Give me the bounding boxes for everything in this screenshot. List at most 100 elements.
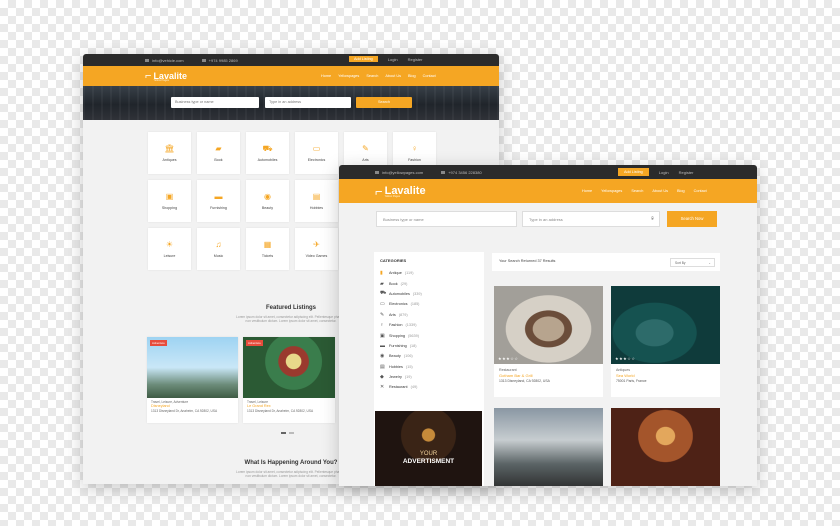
sidebar-item-fashion[interactable]: ♀ Fashion (1339) — [380, 320, 478, 330]
listing-card[interactable]: ★★★☆☆ Restaurant Gotham Bar & Grill 1313… — [494, 286, 603, 397]
menu-contact[interactable]: Contact — [423, 74, 436, 78]
logo-icon: ⌐ — [145, 70, 152, 82]
back-topbar: info@vehicle.com +974 9985 2869 Add List… — [83, 54, 499, 66]
category-beauty[interactable]: ◉ Beauty — [246, 180, 289, 222]
sidebar-item-antique[interactable]: ▮ Antique (119) — [380, 268, 478, 278]
menu-yellowpages[interactable]: Yellowpages — [601, 189, 622, 193]
address-search-input[interactable]: Type in an address ⌾ — [522, 211, 660, 227]
listing-card[interactable] — [494, 408, 603, 486]
listing-card[interactable]: ★★★☆☆ Antiques Sea World 75001 Paris, Fr… — [611, 286, 720, 397]
menu-about[interactable]: About Us — [652, 189, 668, 193]
menu-search[interactable]: Search — [366, 74, 378, 78]
sidebar-item-arts[interactable]: ✎ Arts (879) — [380, 310, 478, 320]
book-icon: ▰ — [215, 143, 222, 153]
brand-logo[interactable]: ⌐ Lavalite Yellow Pages — [145, 70, 187, 82]
category-automobiles[interactable]: ⛟ Automobiles — [246, 132, 289, 174]
listing-photo — [611, 408, 720, 486]
category-label: Electronics — [307, 157, 326, 162]
laptop-icon: ▭ — [312, 143, 321, 153]
add-listing-button[interactable]: Add Listing — [618, 168, 649, 176]
category-leisure[interactable]: ☀ Leisure — [148, 228, 191, 270]
eye-icon: ◉ — [264, 191, 271, 201]
dress-icon: ♀ — [411, 143, 418, 153]
sidebar-item-shopping[interactable]: ▣ Shopping (5639) — [380, 330, 478, 340]
category-electronics[interactable]: ▭ Electronics — [295, 132, 338, 174]
category-label: Book — [214, 157, 223, 162]
category-video-games[interactable]: ✈ Video Games — [295, 228, 338, 270]
sidebar-item-count: (339) — [412, 291, 422, 296]
category-music[interactable]: ♫ Music — [197, 228, 240, 270]
sidebar-item-automobiles[interactable]: ⛟ Automobiles (339) — [380, 289, 478, 299]
menu-blog[interactable]: Blog — [677, 189, 685, 193]
menu-about[interactable]: About Us — [385, 74, 401, 78]
featured-card[interactable]: Adventure Travel, Leisure, Adventure Dis… — [147, 337, 238, 423]
login-link[interactable]: Login — [388, 57, 398, 62]
sidebar-title: CATEGORIES — [380, 258, 407, 263]
register-link[interactable]: Register — [408, 57, 423, 62]
car-icon: ⛟ — [380, 290, 387, 297]
main-menu: Home Yellowpages Search About Us Blog Co… — [321, 74, 436, 78]
category-label: Automobiles — [257, 157, 278, 162]
bed-icon: ▬ — [380, 342, 385, 349]
sidebar-item-book[interactable]: ▰ Book (29) — [380, 278, 478, 288]
sidebar-item-label: Fashion — [389, 323, 403, 328]
advertisement-card[interactable]: YOUR ADVERTISMENT — [375, 411, 482, 486]
bag-icon: ▣ — [165, 191, 174, 201]
brand-logo[interactable]: ⌐ Lavalite Yellow Pages — [375, 184, 426, 199]
sidebar-item-count: (49) — [410, 385, 418, 390]
category-furnishing[interactable]: ▬ Furnishing — [197, 180, 240, 222]
hero-search-button[interactable]: Search — [356, 97, 412, 108]
business-search-input[interactable]: Business type or name — [171, 97, 259, 108]
sidebar-item-hobbies[interactable]: ▤ Hobbies (15) — [380, 362, 478, 372]
listing-photo: Adventure — [147, 337, 238, 398]
menu-search[interactable]: Search — [631, 189, 643, 193]
sidebar-item-electronics[interactable]: ▭ Electronics (185) — [380, 299, 478, 309]
login-link[interactable]: Login — [659, 170, 669, 175]
ticket-icon: ▤ — [312, 191, 321, 201]
sidebar-item-label: Book — [389, 281, 398, 286]
category-label: Tickets — [261, 253, 274, 258]
listing-photo — [494, 408, 603, 486]
sort-by-select[interactable]: Sort By ⌄ — [670, 258, 715, 267]
sidebar-item-jewelry[interactable]: ◆ Jewelry (19) — [380, 372, 478, 382]
category-tickets[interactable]: ▦ Tickets — [246, 228, 289, 270]
bed-icon: ▬ — [214, 191, 223, 201]
sidebar-item-count: (106) — [403, 354, 413, 359]
add-listing-button[interactable]: Add Listing — [349, 56, 378, 62]
listing-address: 75001 Paris, France — [616, 379, 647, 383]
sidebar-item-label: Beauty — [389, 354, 401, 359]
menu-yellowpages[interactable]: Yellowpages — [338, 74, 359, 78]
search-now-button[interactable]: Search Now — [667, 211, 717, 227]
sun-icon: ☀ — [165, 239, 174, 249]
business-search-input[interactable]: Business type or name — [376, 211, 517, 227]
listing-address: 1313 Disneyland Dr, Anaheim, CA 92802, U… — [151, 408, 218, 413]
category-hobbies[interactable]: ▤ Hobbies — [295, 180, 338, 222]
category-book[interactable]: ▰ Book — [197, 132, 240, 174]
brush-icon: ✎ — [380, 311, 385, 318]
sidebar-item-restaurant[interactable]: ✕ Restaurant (49) — [380, 382, 478, 392]
chevron-down-icon: ⌄ — [708, 261, 711, 265]
sidebar-item-count: (15) — [405, 364, 413, 369]
rating-stars: ★★★☆☆ — [615, 356, 636, 361]
pager-dot[interactable] — [281, 432, 286, 434]
listing-photo: Adventure — [243, 337, 335, 398]
featured-card[interactable]: Adventure Travel, Leisure Le Grand Rex 1… — [243, 337, 335, 423]
sidebar-item-label: Electronics — [389, 302, 408, 307]
listing-card[interactable] — [611, 408, 720, 486]
menu-blog[interactable]: Blog — [408, 74, 416, 78]
menu-home[interactable]: Home — [582, 189, 592, 193]
category-shopping[interactable]: ▣ Shopping — [148, 180, 191, 222]
sidebar-item-count: (5639) — [408, 333, 420, 338]
register-link[interactable]: Register — [679, 170, 694, 175]
category-antiques[interactable]: 🏛 Antiques — [148, 132, 191, 174]
carousel-pager[interactable] — [281, 432, 294, 434]
menu-home[interactable]: Home — [321, 74, 331, 78]
address-search-input[interactable]: Type in an address — [265, 97, 351, 108]
sidebar-item-beauty[interactable]: ◉ Beauty (106) — [380, 351, 478, 361]
pager-dot[interactable] — [289, 432, 294, 434]
sidebar-item-furnishing[interactable]: ▬ Furnishing (18) — [380, 341, 478, 351]
sort-label: Sort By — [675, 261, 686, 265]
sidebar-item-label: Shopping — [389, 333, 406, 338]
menu-contact[interactable]: Contact — [694, 189, 707, 193]
location-pin-icon[interactable]: ⌾ — [651, 216, 654, 222]
